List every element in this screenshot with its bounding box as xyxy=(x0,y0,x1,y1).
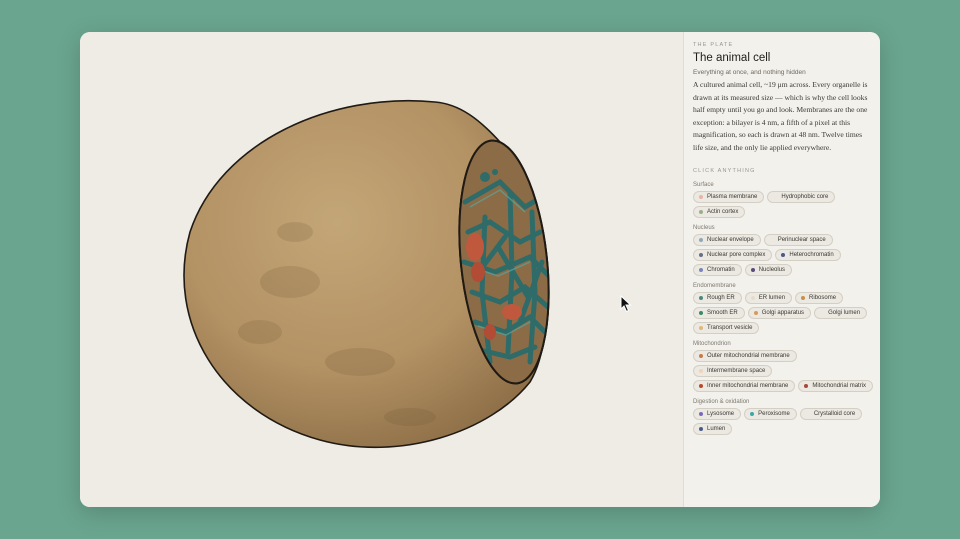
chip-label: Intermembrane space xyxy=(707,368,766,374)
chip-label: Golgi lumen xyxy=(828,310,861,316)
group-label: Surface xyxy=(693,182,714,188)
organelle-chip[interactable]: Crystalloid core xyxy=(799,408,863,420)
organelle-chip[interactable]: Inner mitochondrial membrane xyxy=(693,380,796,392)
organelle-groups: Surface Plasma membrane Hydrophobic core Ac… xyxy=(693,182,880,435)
chip-label: Transport vesicle xyxy=(707,325,753,331)
organelle-chip[interactable]: Intermembrane space xyxy=(693,365,773,377)
chip-label: Plasma membrane xyxy=(707,194,758,200)
color-dot-icon xyxy=(699,311,703,315)
organelle-chip[interactable]: Nuclear envelope xyxy=(693,234,761,246)
organelle-chip[interactable]: ER lumen xyxy=(744,292,793,304)
group-label: Digestion & oxidation xyxy=(693,399,750,405)
chip-list: Nuclear envelope Perinuclear space Nuclear… xyxy=(693,234,875,276)
organelle-chip[interactable]: Perinuclear space xyxy=(763,234,833,246)
color-dot-icon xyxy=(699,369,703,373)
organelle-chip[interactable]: Lumen xyxy=(693,423,733,435)
organelle-chip[interactable]: Chromatin xyxy=(693,264,742,276)
organelle-chip[interactable]: Heterochromatin xyxy=(775,249,841,261)
info-panel: THE PLATE The animal cell Everything at … xyxy=(683,32,880,507)
color-dot-icon xyxy=(801,296,806,300)
chip-label: Lumen xyxy=(707,426,726,432)
color-dot-icon xyxy=(699,384,703,388)
cell-illustration[interactable] xyxy=(80,32,683,507)
chip-label: Hydrophobic core xyxy=(781,194,829,200)
organelle-chip[interactable]: Peroxisome xyxy=(744,408,797,420)
organelle-chip[interactable]: Mitochondrial matrix xyxy=(798,380,874,392)
organelle-chip[interactable]: Nuclear pore complex xyxy=(693,249,773,261)
panel-description: A cultured animal cell, ~19 μm across. E… xyxy=(693,80,868,152)
organelle-chip[interactable]: Hydrophobic core xyxy=(767,191,836,203)
group-label: Mitochondrion xyxy=(693,341,731,347)
organelle-group: Surface Plasma membrane Hydrophobic core Ac… xyxy=(693,182,880,218)
color-dot-icon xyxy=(804,384,809,388)
chip-label: Nuclear envelope xyxy=(707,237,754,243)
color-dot-icon xyxy=(699,253,703,257)
chip-list: Outer mitochondrial membrane Intermembran… xyxy=(693,350,875,392)
organelle-chip[interactable]: Lysosome xyxy=(693,408,742,420)
color-dot-icon xyxy=(805,412,810,416)
organelle-group: Nucleus Nuclear envelope Perinuclear space… xyxy=(693,225,880,276)
app-window: THE PLATE The animal cell Everything at … xyxy=(80,32,880,507)
chip-label: Peroxisome xyxy=(758,411,790,417)
group-label: Endomembrane xyxy=(693,283,736,289)
color-dot-icon xyxy=(773,195,778,199)
chip-label: Actin cortex xyxy=(707,209,739,215)
color-dot-icon xyxy=(753,311,758,315)
chip-label: ER lumen xyxy=(758,295,786,301)
panel-subtitle: Everything at once, and nothing hidden xyxy=(693,69,806,76)
panel-title: The animal cell xyxy=(693,52,771,64)
chip-list: Plasma membrane Hydrophobic core Actin cor… xyxy=(693,191,875,218)
chip-label: Mitochondrial matrix xyxy=(812,383,867,389)
color-dot-icon xyxy=(699,268,703,272)
chip-label: Lysosome xyxy=(707,411,735,417)
chip-label: Heterochromatin xyxy=(789,252,834,258)
organelle-chip[interactable]: Golgi lumen xyxy=(814,307,868,319)
organelle-chip[interactable]: Nucleolus xyxy=(744,264,793,276)
color-dot-icon xyxy=(699,195,703,199)
organelle-chip[interactable]: Ribosome xyxy=(795,292,844,304)
color-dot-icon xyxy=(699,427,703,431)
organelle-group: Mitochondrion Outer mitochondrial membran… xyxy=(693,341,880,392)
chip-label: Nuclear pore complex xyxy=(707,252,766,258)
click-anything-label: CLICK ANYTHING xyxy=(693,168,756,174)
organelle-chip[interactable]: Transport vesicle xyxy=(693,322,760,334)
cell-viewport[interactable] xyxy=(80,32,683,507)
chip-list: Rough ER ER lumen Ribosome Smooth ER Golgi a… xyxy=(693,292,875,334)
color-dot-icon xyxy=(750,268,755,272)
organelle-chip[interactable]: Golgi apparatus xyxy=(747,307,812,319)
organelle-group: Endomembrane Rough ER ER lumen Ribosome Smoo… xyxy=(693,283,880,334)
chip-label: Inner mitochondrial membrane xyxy=(707,383,789,389)
organelle-group: Digestion & oxidation Lysosome Peroxisome C… xyxy=(693,399,880,435)
chip-label: Nucleolus xyxy=(758,267,786,273)
color-dot-icon xyxy=(750,412,755,416)
chip-label: Smooth ER xyxy=(707,310,738,316)
color-dot-icon xyxy=(699,354,703,358)
organelle-chip[interactable]: Actin cortex xyxy=(693,206,746,218)
chip-label: Rough ER xyxy=(707,295,735,301)
chip-label: Crystalloid core xyxy=(813,411,856,417)
color-dot-icon xyxy=(699,326,703,330)
color-dot-icon xyxy=(699,296,703,300)
color-dot-icon xyxy=(820,311,825,315)
color-dot-icon xyxy=(699,238,703,242)
color-dot-icon xyxy=(781,253,786,257)
chip-list: Lysosome Peroxisome Crystalloid core Lumen xyxy=(693,408,875,435)
chip-label: Ribosome xyxy=(809,295,837,301)
organelle-chip[interactable]: Smooth ER xyxy=(693,307,745,319)
color-dot-icon xyxy=(699,210,703,214)
group-label: Nucleus xyxy=(693,225,715,231)
chip-label: Perinuclear space xyxy=(777,237,826,243)
color-dot-icon xyxy=(699,412,703,416)
chip-label: Outer mitochondrial membrane xyxy=(707,353,790,359)
mouse-cursor-icon xyxy=(620,295,632,313)
organelle-chip[interactable]: Rough ER xyxy=(693,292,742,304)
chip-label: Golgi apparatus xyxy=(761,310,805,316)
panel-eyebrow: THE PLATE xyxy=(693,42,734,48)
chip-label: Chromatin xyxy=(707,267,735,273)
color-dot-icon xyxy=(750,296,755,300)
color-dot-icon xyxy=(769,238,774,242)
organelle-chip[interactable]: Plasma membrane xyxy=(693,191,765,203)
organelle-chip[interactable]: Outer mitochondrial membrane xyxy=(693,350,797,362)
